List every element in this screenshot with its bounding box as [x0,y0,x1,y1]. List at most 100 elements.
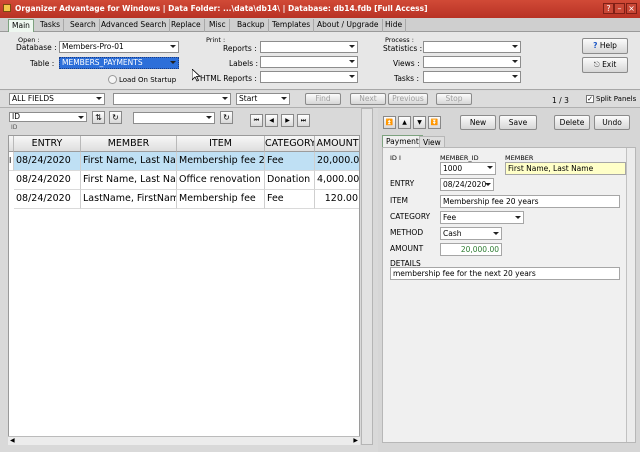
load-on-startup-checkbox[interactable] [108,75,117,84]
cell-entry[interactable]: 08/24/2020 [14,152,81,171]
statistics-select[interactable] [423,41,521,53]
panel-splitter[interactable] [361,108,373,445]
sort-order-icon[interactable]: ⇅ [92,111,105,124]
move-bottom-icon[interactable]: ⏬ [428,116,441,129]
column-header-category[interactable]: CATEGORY [265,136,315,152]
member-id-label: MEMBER_ID [440,154,479,162]
column-header-item[interactable]: ITEM [177,136,265,152]
chevron-down-icon [512,75,518,78]
next-record-icon[interactable]: ▶ [281,114,294,127]
help-label: Help [599,41,617,50]
exit-button[interactable]: ⎋ Exit [582,57,628,73]
sort-sub-label: ID [11,124,18,131]
cell-item[interactable]: Office renovation [177,171,265,190]
cell-item[interactable]: Membership fee 20 years [177,152,265,171]
tab-advanced-search[interactable]: Advanced Search [98,19,171,32]
cell-member[interactable]: LastName, FirstName [81,190,177,209]
undo-button[interactable]: Undo [594,115,630,130]
minimize-button[interactable]: – [614,3,625,14]
table-select[interactable]: MEMBERS_PAYMENTS [59,57,179,69]
method-label: METHOD [390,228,424,237]
amount-label: AMOUNT [390,244,424,253]
reports-select[interactable] [260,41,358,53]
help-button[interactable]: ? Help [582,38,628,54]
entry-label: ENTRY [390,179,415,188]
new-record-button[interactable]: New [460,115,496,130]
cell-entry[interactable]: 08/24/2020 [14,190,81,209]
column-header-amount[interactable]: AMOUNT [315,136,359,152]
cell-category[interactable]: Fee [265,190,315,209]
cell-entry[interactable]: 08/24/2020 [14,171,81,190]
stop-button[interactable]: Stop [436,93,472,105]
views-select[interactable] [423,56,521,68]
column-header-entry[interactable]: ENTRY [14,136,81,152]
split-panels-checkbox[interactable]: ✓ [586,95,594,103]
column-header-member[interactable]: MEMBER [81,136,177,152]
tab-misc[interactable]: Misc [206,19,230,32]
category-value: Fee [443,213,457,222]
next-button[interactable]: Next [350,93,386,105]
scroll-right-icon[interactable]: ▶ [353,437,358,444]
help-window-button[interactable]: ? [603,3,614,14]
cell-member[interactable]: First Name, Last Name [81,152,177,171]
reports-label: Reports : [223,44,257,53]
entry-date-field[interactable]: 08/24/2020 [440,178,494,191]
item-field[interactable]: Membership fee 20 years [440,195,620,208]
refresh-icon[interactable]: ↻ [220,111,233,124]
tab-replace[interactable]: Replace [168,19,205,32]
find-button[interactable]: Find [305,93,341,105]
last-record-icon[interactable]: ⏭ [297,114,310,127]
print-group-label: Print : [206,36,226,44]
previous-button[interactable]: Previous [388,93,428,105]
previous-record-icon[interactable]: ◀ [265,114,278,127]
member-field[interactable]: First Name, Last Name [505,162,626,175]
html-reports-select[interactable] [260,71,358,83]
category-select[interactable]: Fee [440,211,524,224]
cell-amount[interactable]: 20,000.00 [315,152,359,171]
tab-about-upgrade[interactable]: About / Upgrade [314,19,383,32]
member-id-value: 1000 [443,164,463,173]
search-text-input[interactable] [113,93,231,105]
save-button[interactable]: Save [499,115,537,130]
cell-member[interactable]: First Name, Last Name [81,171,177,190]
search-field-select[interactable]: ALL FIELDS [9,93,105,105]
scroll-left-icon[interactable]: ◀ [10,437,15,444]
tab-templates[interactable]: Templates [269,19,315,32]
member-id-field[interactable]: 1000 [440,162,496,175]
cell-category[interactable]: Donation [265,171,315,190]
cell-amount[interactable]: 120.00 [315,190,359,209]
tab-backup[interactable]: Backup [234,19,269,32]
close-button[interactable]: × [626,3,637,14]
tab-tasks[interactable]: Tasks [37,19,65,32]
exit-label: Exit [602,60,617,69]
window-title: Organizer Advantage for Windows | Data F… [15,4,428,13]
move-down-icon[interactable]: ▼ [413,116,426,129]
cell-category[interactable]: Fee [265,152,315,171]
main-tab-bar: Main Tasks Search Advanced Search Replac… [0,18,640,32]
move-up-icon[interactable]: ▲ [398,116,411,129]
refresh-icon[interactable]: ↻ [109,111,122,124]
amount-field[interactable]: 20,000.00 [440,243,502,256]
details-field[interactable]: membership fee for the next 20 years [390,267,620,280]
cell-amount[interactable]: 4,000.00 [315,171,359,190]
first-record-icon[interactable]: ⏮ [250,114,263,127]
load-on-startup-label: Load On Startup [119,76,177,84]
tab-search[interactable]: Search [67,19,100,32]
question-icon: ? [593,41,598,50]
form-vertical-scrollbar[interactable] [626,148,635,442]
payment-form [382,147,636,443]
chevron-down-icon [493,232,499,235]
tab-hide[interactable]: Hide [382,19,407,32]
grid-horizontal-scrollbar[interactable]: ◀ ▶ [8,436,360,445]
cell-item[interactable]: Membership fee [177,190,265,209]
database-select[interactable]: Members-Pro-01 [59,41,179,53]
method-select[interactable]: Cash [440,227,502,240]
tab-main[interactable]: Main [8,19,34,32]
tasks-select[interactable] [423,71,521,83]
move-top-icon[interactable]: ⏫ [383,116,396,129]
filter-select[interactable] [133,112,215,124]
labels-select[interactable] [260,56,358,68]
sort-field-select[interactable]: ID [9,112,87,122]
search-mode-select[interactable]: Start [236,93,290,105]
delete-button[interactable]: Delete [554,115,590,130]
